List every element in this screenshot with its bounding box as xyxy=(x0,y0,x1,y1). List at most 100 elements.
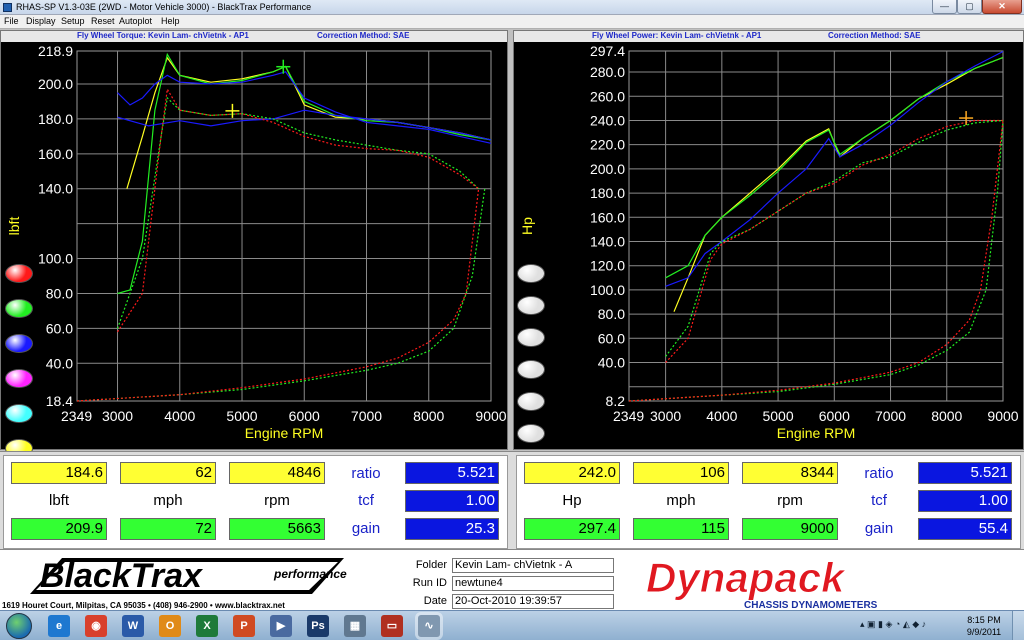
power-peak-value: 297.4 xyxy=(524,518,620,540)
y-tick-label: 180.0 xyxy=(590,185,625,201)
x-tick-label: 2349 xyxy=(613,408,644,424)
x-tick-label: 8000 xyxy=(931,408,962,424)
window-title: RHAS-SP V1.3-03E (2WD - Motor Vehicle 30… xyxy=(16,2,312,12)
excel-icon[interactable]: X xyxy=(196,615,218,637)
x-tick-label: 2349 xyxy=(61,408,92,424)
internet-explorer-icon[interactable]: e xyxy=(48,615,70,637)
outlook-icon[interactable]: O xyxy=(159,615,181,637)
taskbar: e ◉ W O X P ▶ Ps ▦ ▭ ∿ ▴ ▣ ▮ ◈ ◔ ◭ ◆ ♪ 8:15 PM 9/9… xyxy=(0,610,1024,640)
series-toggle-button[interactable] xyxy=(5,369,33,388)
word-icon[interactable]: W xyxy=(122,615,144,637)
series-toggle-button[interactable] xyxy=(517,360,545,379)
y-tick-label: 200.0 xyxy=(38,76,73,92)
power-peak-mph: 115 xyxy=(633,518,729,540)
chrome-icon[interactable]: ◉ xyxy=(85,615,107,637)
date-field[interactable]: 20-Oct-2010 19:39:57 xyxy=(452,594,614,609)
x-tick-label: 6000 xyxy=(289,408,320,424)
menu-help[interactable]: Help xyxy=(161,16,180,26)
y-tick-label: 8.2 xyxy=(606,393,626,409)
y-tick-label: 100.0 xyxy=(590,282,625,298)
run-id-label: Run ID xyxy=(412,577,447,589)
power-rpm-label: rpm xyxy=(777,492,803,509)
series-toggle-button[interactable] xyxy=(5,299,33,318)
series-toggle-button[interactable] xyxy=(517,264,545,283)
footer: BlackTrax performance 1619 Houret Court,… xyxy=(0,549,1024,610)
menu-setup[interactable]: Setup xyxy=(61,16,85,26)
torque-mph-label: mph xyxy=(153,492,183,509)
run-id-field[interactable]: newtune4 xyxy=(452,576,614,591)
y-tick-label: 140.0 xyxy=(590,233,625,249)
blacktrax-sub-text: performance xyxy=(273,567,347,581)
torque-unit-label: lbft xyxy=(48,492,69,509)
title-bar: RHAS-SP V1.3-03E (2WD - Motor Vehicle 30… xyxy=(0,0,1024,15)
torque-peak-value: 209.9 xyxy=(11,518,107,540)
power-tcf-value: 1.00 xyxy=(918,490,1012,512)
minimize-button[interactable]: — xyxy=(932,0,957,14)
x-tick-label: 6000 xyxy=(819,408,850,424)
power-current-rpm: 8344 xyxy=(742,462,838,484)
close-button[interactable]: ✕ xyxy=(982,0,1022,14)
powerpoint-icon[interactable]: P xyxy=(233,615,255,637)
power-gain-label: gain xyxy=(864,520,894,537)
clock-time: 8:15 PM xyxy=(967,615,1001,625)
y-tick-label: 297.4 xyxy=(590,43,625,59)
maximize-button[interactable]: ▢ xyxy=(957,0,982,14)
torque-peak-mph: 72 xyxy=(120,518,216,540)
series-toggle-button[interactable] xyxy=(517,296,545,315)
x-tick-label: 3000 xyxy=(650,408,681,424)
series-toggle-button[interactable] xyxy=(517,392,545,411)
torque-chart[interactable]: 218.9 200.0 180.0 160.0 140.0 100.0 80.0 60.0 40… xyxy=(1,31,507,449)
x-tick-label: 5000 xyxy=(762,408,793,424)
torque-ratio-label: ratio xyxy=(351,465,381,482)
x-axis-label: Engine RPM xyxy=(245,425,324,441)
power-mph-label: mph xyxy=(666,492,696,509)
series-toggle-button[interactable] xyxy=(5,404,33,423)
y-tick-label: 80.0 xyxy=(598,306,625,322)
menu-autoplot[interactable]: Autoplot xyxy=(119,16,152,26)
series-toggle-button[interactable] xyxy=(517,424,545,443)
series-toggle-button[interactable] xyxy=(5,334,33,353)
start-button[interactable] xyxy=(6,613,32,639)
x-tick-label: 9000 xyxy=(475,408,506,424)
date-label: Date xyxy=(423,595,447,607)
system-tray[interactable]: ▴ ▣ ▮ ◈ ◔ ◭ ◆ ♪ xyxy=(860,619,926,630)
power-chart-panel: Fly Wheel Power: Kevin Lam- chVietnk - A… xyxy=(513,30,1024,475)
power-tcf-label: tcf xyxy=(871,492,887,509)
torque-chart-panel: Fly Wheel Torque: Kevin Lam- chVietnk - … xyxy=(0,30,508,458)
power-readout-group: 242.0 106 8344 Hp mph rpm 297.4 115 9000… xyxy=(516,455,1021,549)
y-tick-label: 100.0 xyxy=(38,251,73,267)
torque-ratio-value: 5.521 xyxy=(405,462,499,484)
series-toggle-button[interactable] xyxy=(517,328,545,347)
clock[interactable]: 8:15 PM 9/9/2011 xyxy=(962,614,1006,638)
acrobat-icon[interactable]: ▭ xyxy=(381,615,403,637)
photoshop-icon[interactable]: Ps xyxy=(307,615,329,637)
paint-icon[interactable]: ▦ xyxy=(344,615,366,637)
torque-peak-rpm: 5663 xyxy=(229,518,325,540)
blacktrax-brand-text: BlackTrax xyxy=(40,557,204,595)
series-toggle-button[interactable] xyxy=(5,264,33,283)
x-tick-label: 9000 xyxy=(987,408,1018,424)
torque-gain-value: 25.3 xyxy=(405,518,499,540)
app-icon xyxy=(3,3,12,12)
power-current-mph: 106 xyxy=(633,462,729,484)
readout-area: 184.6 62 4846 lbft mph rpm 209.9 72 5663… xyxy=(0,451,1024,549)
power-current-value: 242.0 xyxy=(524,462,620,484)
y-axis-label: lbft xyxy=(6,217,22,236)
media-player-icon[interactable]: ▶ xyxy=(270,615,292,637)
y-axis-label: Hp xyxy=(519,217,535,235)
menu-reset[interactable]: Reset xyxy=(91,16,115,26)
power-ratio-label: ratio xyxy=(864,465,894,482)
show-desktop-button[interactable] xyxy=(1012,611,1024,640)
y-tick-label: 260.0 xyxy=(590,88,625,104)
y-tick-label: 60.0 xyxy=(598,330,625,346)
folder-field[interactable]: Kevin Lam- chVietnk - A xyxy=(452,558,614,573)
y-tick-label: 240.0 xyxy=(590,112,625,128)
menu-file[interactable]: File xyxy=(4,16,19,26)
dyno-app-icon[interactable]: ∿ xyxy=(418,615,440,637)
power-chart[interactable]: 297.4 280.0 260.0 240.0 220.0 200.0 180.0 160.0… xyxy=(514,31,1023,449)
x-tick-label: 4000 xyxy=(164,408,195,424)
torque-current-value: 184.6 xyxy=(11,462,107,484)
menu-display[interactable]: Display xyxy=(26,16,56,26)
torque-readout-group: 184.6 62 4846 lbft mph rpm 209.9 72 5663… xyxy=(3,455,508,549)
torque-tcf-value: 1.00 xyxy=(405,490,499,512)
